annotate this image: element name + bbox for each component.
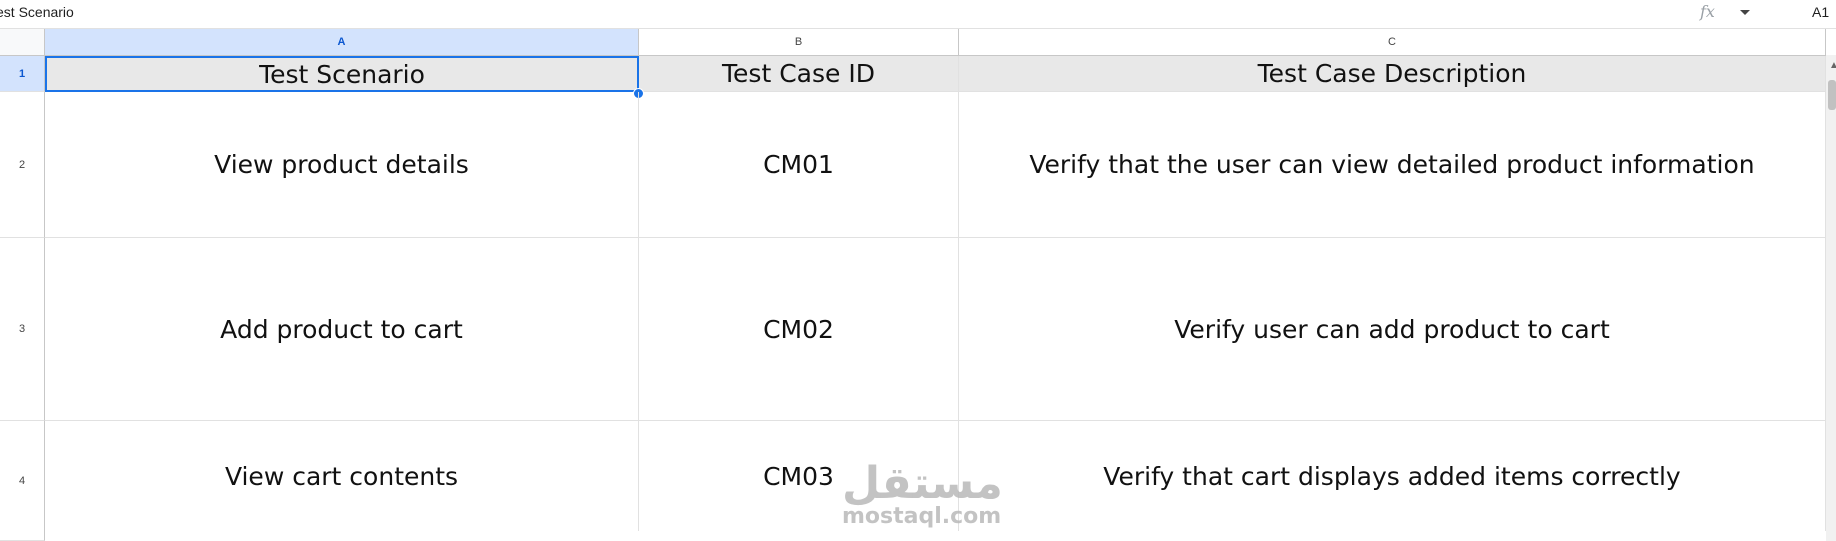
row-header-1[interactable]: 1: [0, 56, 45, 92]
watermark-logo: مستقل mostaql.com: [842, 458, 1003, 529]
row-header-2[interactable]: 2: [0, 92, 45, 238]
row-header-3[interactable]: 3: [0, 238, 45, 421]
formula-bar[interactable]: est Scenario fx A1: [0, 0, 1836, 29]
column-header-a[interactable]: A: [45, 29, 639, 55]
cell-a4[interactable]: View cart contents: [45, 421, 639, 531]
cell-b3[interactable]: CM02: [639, 238, 959, 421]
cell-c4[interactable]: Verify that cart displays added items co…: [959, 421, 1826, 531]
scrollbar-thumb[interactable]: [1828, 80, 1836, 110]
cell-c1[interactable]: Test Case Description: [959, 56, 1826, 92]
cell-reference[interactable]: A1: [1812, 4, 1829, 20]
column-header-c[interactable]: C: [959, 29, 1826, 55]
cell-c2[interactable]: Verify that the user can view detailed p…: [959, 92, 1826, 238]
cell-b1[interactable]: Test Case ID: [639, 56, 959, 92]
formula-input[interactable]: est Scenario: [0, 4, 74, 20]
row-header-4[interactable]: 4: [0, 421, 45, 541]
select-all-corner[interactable]: [0, 29, 45, 55]
chevron-down-icon[interactable]: [1740, 10, 1750, 15]
column-header-row: A B C: [0, 29, 1836, 56]
cell-a2[interactable]: View product details: [45, 92, 639, 238]
watermark-latin: mostaql.com: [842, 504, 1002, 529]
vertical-scrollbar[interactable]: [1826, 55, 1836, 541]
cell-a3[interactable]: Add product to cart: [45, 238, 639, 421]
watermark-arabic: مستقل: [842, 458, 1003, 509]
fx-icon: fx: [1700, 2, 1715, 21]
cell-b2[interactable]: CM01: [639, 92, 959, 238]
cell-c3[interactable]: Verify user can add product to cart: [959, 238, 1826, 421]
cell-a1[interactable]: Test Scenario: [45, 56, 639, 92]
scroll-up-icon[interactable]: ▲: [1829, 60, 1836, 71]
column-header-b[interactable]: B: [639, 29, 959, 55]
